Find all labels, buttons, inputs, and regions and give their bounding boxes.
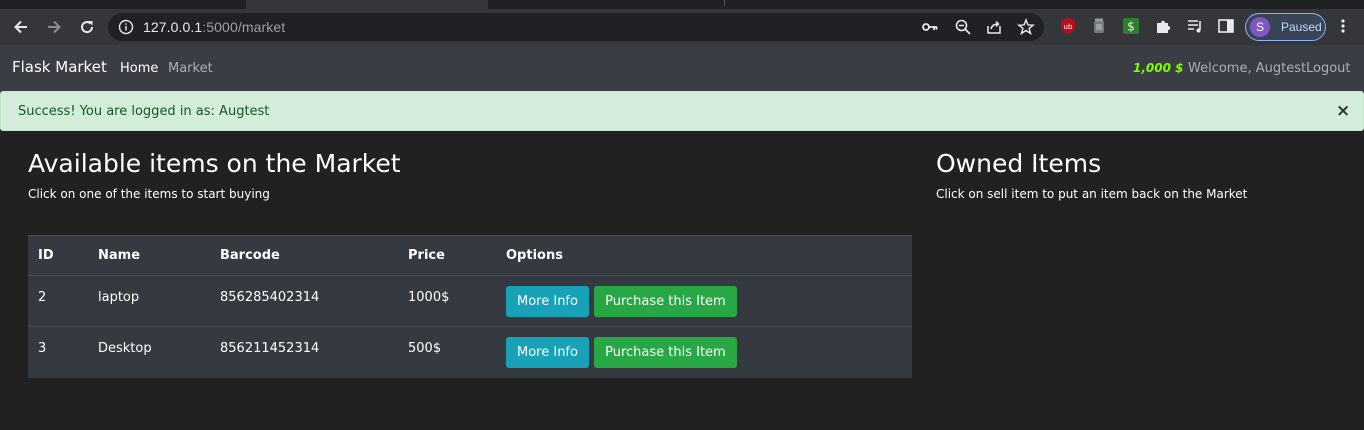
- brand-link[interactable]: Flask Market: [12, 58, 107, 76]
- col-name: Name: [88, 235, 210, 276]
- browser-toolbar: 127.0.0.1:5000/market ub $ S Paused: [0, 9, 1364, 45]
- puzzle-extensions-icon[interactable]: [1154, 17, 1172, 35]
- owned-title: Owned Items: [936, 149, 1102, 178]
- table-row: 2 laptop 856285402314 1000$ More Info Pu…: [28, 275, 912, 327]
- share-icon[interactable]: [985, 18, 1003, 36]
- site-navbar: Flask Market Home Market 1,000 $ Welcome…: [0, 45, 1364, 91]
- ublock-extension-icon[interactable]: ub: [1059, 17, 1077, 35]
- tab-separator: [724, 0, 725, 6]
- key-icon[interactable]: [921, 18, 939, 36]
- col-options: Options: [496, 235, 912, 276]
- url-host: 127.0.0.1: [143, 19, 203, 35]
- nav-market-link[interactable]: Market: [168, 61, 213, 76]
- market-table: ID Name Barcode Price Options 2 laptop 8…: [28, 235, 912, 378]
- profile-button[interactable]: S Paused: [1245, 13, 1326, 41]
- owned-subtitle: Click on sell item to put an item back o…: [936, 187, 1248, 201]
- forward-arrow-icon[interactable]: [43, 16, 65, 38]
- money-extension-icon[interactable]: $: [1122, 17, 1140, 35]
- cell-name: Desktop: [88, 326, 210, 378]
- address-bar[interactable]: 127.0.0.1:5000/market: [108, 13, 1044, 41]
- nav-home-link[interactable]: Home: [120, 61, 158, 76]
- cell-id: 2: [28, 275, 88, 327]
- logout-link[interactable]: Logout: [1306, 61, 1351, 76]
- bookmark-star-icon[interactable]: [1017, 18, 1035, 36]
- cell-barcode: 856285402314: [210, 275, 398, 327]
- welcome-text: Welcome, Augtest: [1188, 61, 1307, 76]
- market-subtitle: Click on one of the items to start buyin…: [28, 187, 270, 201]
- cell-barcode: 856211452314: [210, 326, 398, 378]
- ublock-label: ub: [1064, 23, 1073, 31]
- profile-status: Paused: [1281, 20, 1322, 34]
- table-row: 3 Desktop 856211452314 500$ More Info Pu…: [28, 326, 912, 378]
- cell-name: laptop: [88, 275, 210, 327]
- cell-options: More Info Purchase this Item: [496, 326, 912, 378]
- col-barcode: Barcode: [210, 235, 398, 276]
- purchase-item-button[interactable]: Purchase this Item: [594, 286, 737, 317]
- zoom-out-icon[interactable]: [954, 18, 972, 36]
- market-title: Available items on the Market: [28, 149, 401, 178]
- cell-price: 500$: [398, 326, 496, 378]
- budget-display: 1,000 $: [1133, 61, 1184, 75]
- more-info-button[interactable]: More Info: [506, 337, 589, 368]
- url-path: :5000/market: [202, 19, 286, 35]
- cell-options: More Info Purchase this Item: [496, 275, 912, 327]
- col-id: ID: [28, 235, 88, 276]
- media-queue-icon[interactable]: [1186, 17, 1204, 35]
- url-text: 127.0.0.1:5000/market: [143, 19, 285, 35]
- alert-close-button[interactable]: ×: [1336, 101, 1350, 121]
- money-extension-label: $: [1127, 20, 1135, 34]
- kebab-menu-icon[interactable]: [1334, 17, 1352, 35]
- reload-icon[interactable]: [76, 16, 98, 38]
- back-arrow-icon[interactable]: [10, 16, 32, 38]
- side-panel-icon[interactable]: [1217, 17, 1235, 35]
- cell-id: 3: [28, 326, 88, 378]
- alert-message: Success! You are logged in as: Augtest: [18, 104, 270, 119]
- success-alert: Success! You are logged in as: Augtest ×: [0, 91, 1364, 131]
- purchase-item-button[interactable]: Purchase this Item: [594, 337, 737, 368]
- cell-price: 1000$: [398, 275, 496, 327]
- site-info-icon[interactable]: [118, 19, 134, 39]
- col-price: Price: [398, 235, 496, 276]
- active-tab[interactable]: [246, 0, 488, 9]
- jar-extension-icon[interactable]: [1090, 17, 1108, 35]
- table-header-row: ID Name Barcode Price Options: [28, 235, 912, 276]
- profile-avatar: S: [1250, 17, 1270, 37]
- more-info-button[interactable]: More Info: [506, 286, 589, 317]
- browser-tabstrip: [0, 0, 1364, 9]
